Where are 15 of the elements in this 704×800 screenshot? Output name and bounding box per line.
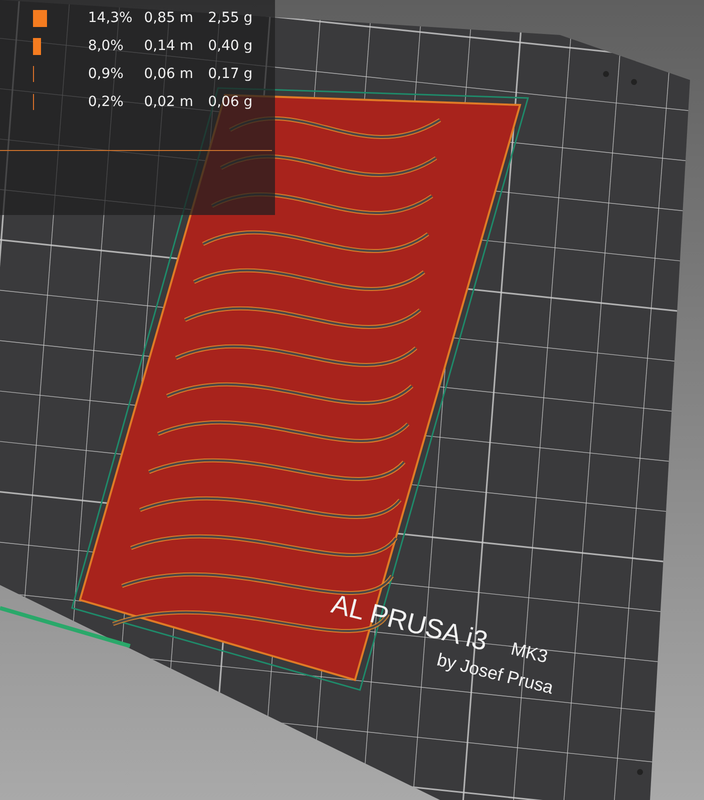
legend-weight: 0,40 g — [208, 38, 254, 54]
bed-model-text: MK3 — [509, 638, 550, 667]
legend-percent: 0,2% — [88, 94, 125, 110]
legend-swatch — [33, 38, 41, 54]
legend-percent: 0,9% — [88, 66, 125, 82]
legend-length: 0,14 m — [144, 38, 194, 54]
legend-weight: 2,55 g — [208, 10, 254, 26]
legend-percent: 8,0% — [88, 38, 125, 54]
legend-length: 0,02 m — [144, 94, 194, 110]
legend-percent: 14,3% — [88, 10, 134, 26]
legend-weight: 0,06 g — [208, 94, 254, 110]
legend-length: 0,85 m — [144, 10, 194, 26]
legend-swatch — [33, 10, 47, 26]
legend-weight: 0,17 g — [208, 66, 254, 82]
legend-length: 0,06 m — [144, 66, 194, 82]
